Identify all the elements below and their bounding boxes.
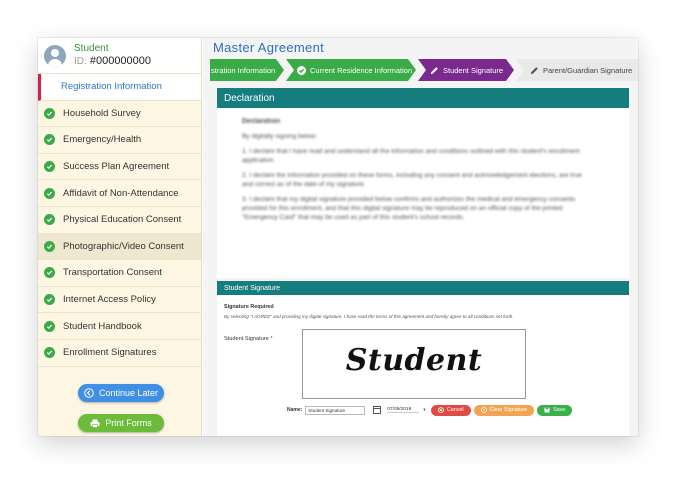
- sidebar-item-label: Emergency/Health: [63, 134, 142, 146]
- signature-header: Student Signature: [217, 281, 629, 295]
- signature-drawing: Student: [345, 343, 483, 378]
- sidebar-item-photographic-video-consent[interactable]: Photographic/Video Consent: [38, 233, 201, 261]
- step-parent-guardian-signature[interactable]: Parent/Guardian Signature: [516, 59, 638, 81]
- declaration-body: Declaration By digitally signing below: …: [217, 108, 629, 222]
- print-forms-button[interactable]: Print Forms: [78, 414, 164, 432]
- check-circle-icon: [44, 161, 55, 173]
- check-circle-icon: [44, 294, 55, 306]
- sidebar-item-label: Photographic/Video Consent: [63, 240, 184, 252]
- pencil-icon: [430, 66, 439, 75]
- check-circle-icon: [44, 267, 55, 279]
- save-button[interactable]: Save: [537, 404, 573, 416]
- step-progress: stration Information Current Residence I…: [210, 59, 638, 81]
- signature-pad[interactable]: Student: [302, 329, 526, 399]
- check-circle-icon: [44, 134, 55, 146]
- sidebar-item-transportation-consent[interactable]: Transportation Consent: [38, 260, 201, 287]
- step-label: Current Residence Information: [310, 65, 413, 75]
- chevron-left-circle-icon: [84, 388, 94, 398]
- check-circle-icon: [297, 65, 306, 75]
- clear-circle-icon: [480, 407, 487, 413]
- main-panel: Master Agreement stration Information Cu…: [203, 38, 638, 436]
- sidebar-item-registration-information[interactable]: Registration Information: [38, 74, 201, 101]
- pencil-icon: [530, 66, 539, 75]
- declaration-item: 1. I declare that I have read and unders…: [242, 148, 580, 164]
- student-header: Student ID: #000000000: [38, 38, 201, 74]
- cancel-button[interactable]: Cancel: [430, 404, 471, 416]
- step-current-residence-information[interactable]: Current Residence Information: [286, 59, 416, 81]
- declaration-header: Declaration: [217, 88, 629, 108]
- student-name: Student: [74, 43, 109, 54]
- printer-icon: [90, 419, 100, 428]
- sidebar-item-student-handbook[interactable]: Student Handbook: [38, 313, 201, 340]
- sidebar-item-label: Affidavit of Non-Attendance: [63, 187, 179, 199]
- signature-required-label: Signature Required: [224, 304, 274, 310]
- signature-note: By selecting "I AGREE" and providing my …: [224, 314, 514, 319]
- step-label: stration Information: [211, 65, 276, 75]
- sidebar-item-emergency-health[interactable]: Emergency/Health: [38, 127, 201, 154]
- chevron-down-icon[interactable]: ▾: [423, 407, 426, 413]
- sidebar-item-label: Physical Education Consent: [63, 214, 182, 226]
- clear-signature-button[interactable]: Clear Signature: [473, 404, 535, 416]
- name-field[interactable]: Student Signature: [305, 405, 366, 415]
- sidebar-item-success-plan-agreement[interactable]: Success Plan Agreement: [38, 154, 201, 181]
- signature-controls: Name: Student Signature 07/05/2019 ▾ Can…: [287, 404, 575, 416]
- signature-field-label: Student Signature *: [224, 336, 273, 342]
- step-student-signature[interactable]: Student Signature: [418, 59, 514, 81]
- sidebar-item-label: Success Plan Agreement: [63, 161, 170, 173]
- sidebar-item-enrollment-signatures[interactable]: Enrollment Signatures: [38, 340, 201, 367]
- print-forms-label: Print Forms: [105, 418, 152, 428]
- sidebar-item-label: Transportation Consent: [63, 267, 162, 279]
- step-label: Student Signature: [443, 65, 504, 75]
- date-field[interactable]: 07/05/2019: [387, 407, 420, 413]
- declaration-item: 3. I declare that my digital signature p…: [242, 196, 576, 221]
- sidebar-item-internet-access-policy[interactable]: Internet Access Policy: [38, 287, 201, 314]
- sidebar-item-physical-education-consent[interactable]: Physical Education Consent: [38, 207, 201, 234]
- declaration-intro: By digitally signing below:: [242, 133, 318, 140]
- check-circle-icon: [44, 107, 55, 119]
- student-id-value: #000000000: [89, 55, 152, 67]
- continue-later-label: Continue Later: [98, 388, 159, 398]
- check-circle-icon: [44, 347, 55, 359]
- cancel-circle-icon: [437, 407, 444, 413]
- name-label: Name:: [287, 407, 303, 413]
- sidebar-item-affidavit-of-non-attendance[interactable]: Affidavit of Non-Attendance: [38, 180, 201, 207]
- declaration-title: Declaration: [242, 118, 281, 125]
- sidebar-item-label: Enrollment Signatures: [63, 347, 157, 359]
- check-circle-icon: [44, 187, 55, 199]
- declaration-panel: Declaration Declaration By digitally sig…: [217, 88, 629, 278]
- sidebar: Student ID: #000000000 Registration Info…: [38, 38, 202, 436]
- student-signature-panel: Student Signature Signature Required By …: [217, 281, 629, 436]
- sidebar-item-label: Registration Information: [61, 81, 162, 93]
- calendar-icon[interactable]: [373, 406, 382, 414]
- sidebar-item-household-survey[interactable]: Household Survey: [38, 101, 201, 128]
- sidebar-item-label: Internet Access Policy: [63, 294, 156, 306]
- check-circle-icon: [44, 320, 55, 332]
- step-label: Parent/Guardian Signature: [543, 65, 633, 75]
- avatar: [44, 44, 66, 67]
- declaration-item: 2. I declare the information provided on…: [242, 172, 582, 188]
- sidebar-item-label: Household Survey: [63, 107, 141, 119]
- check-circle-icon: [44, 214, 55, 226]
- save-icon: [544, 407, 550, 413]
- app-window: Student ID: #000000000 Registration Info…: [38, 38, 638, 436]
- sidebar-nav: Registration Information Household Surve…: [38, 74, 201, 367]
- student-id: ID: #000000000: [74, 55, 151, 68]
- step-registration-information[interactable]: stration Information: [210, 59, 284, 81]
- student-id-label: ID:: [74, 56, 87, 67]
- continue-later-button[interactable]: Continue Later: [78, 384, 164, 402]
- page-title: Master Agreement: [213, 40, 325, 55]
- sidebar-item-label: Student Handbook: [63, 320, 142, 332]
- check-circle-icon: [44, 240, 55, 252]
